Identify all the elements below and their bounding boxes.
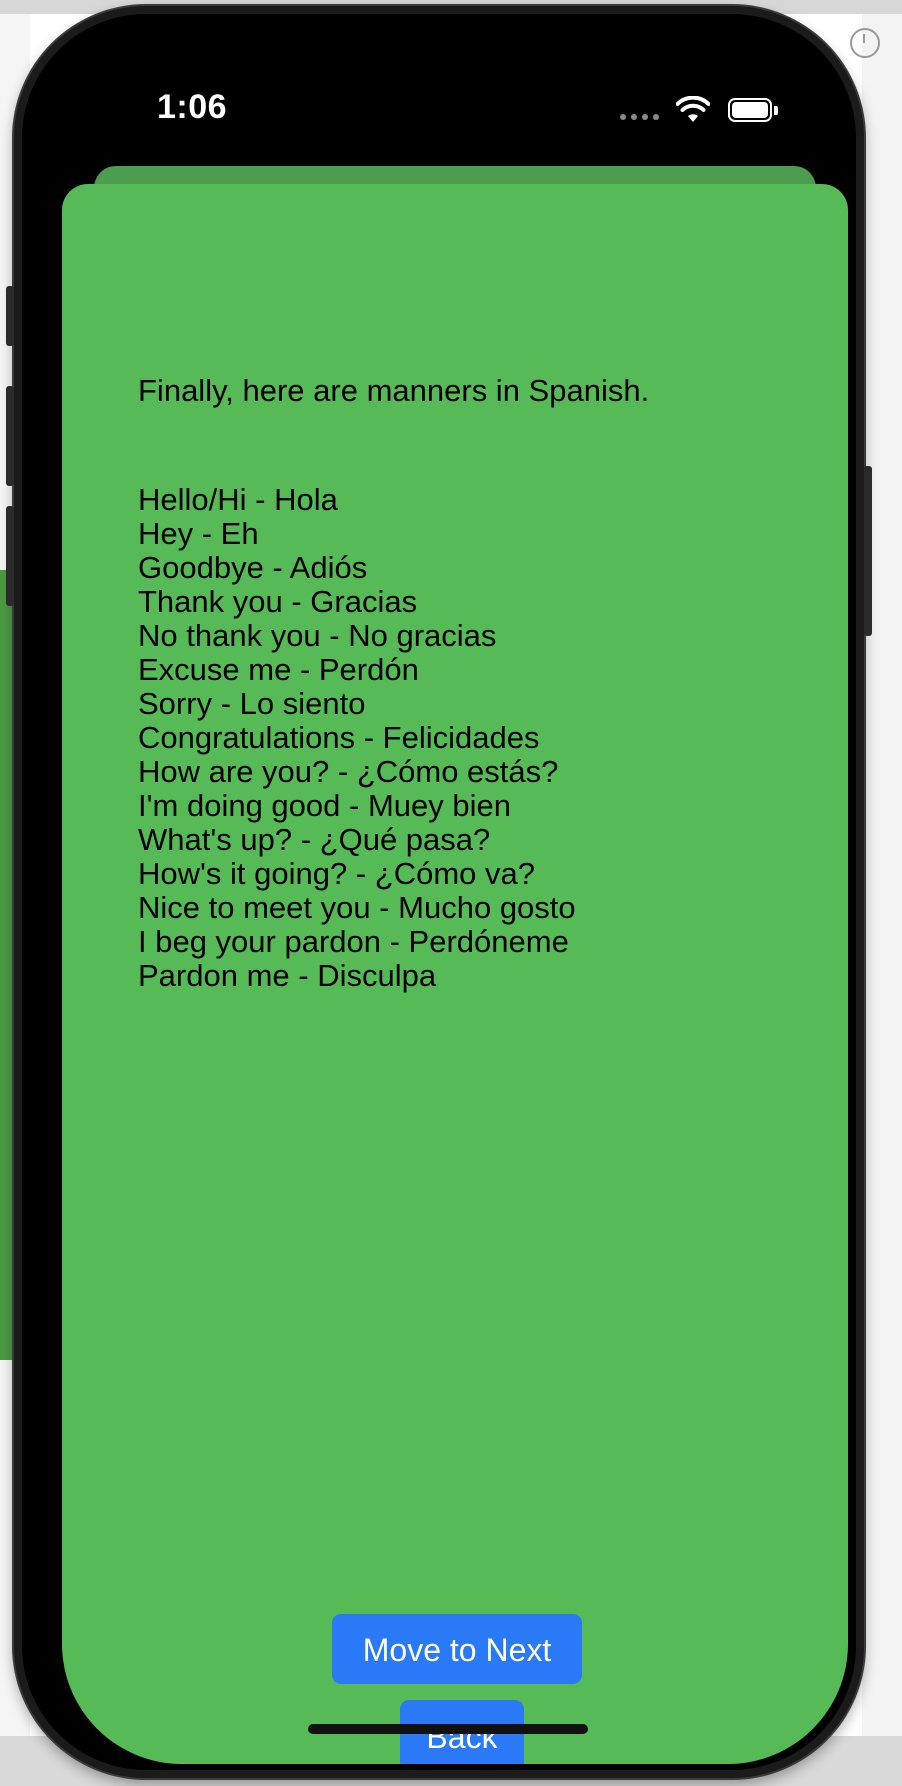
clock-icon (850, 28, 880, 58)
phrase-item: What's up? - ¿Qué pasa? (138, 822, 491, 857)
silent-switch (6, 286, 14, 346)
simulator-right-backdrop (862, 14, 902, 1736)
wifi-icon (676, 96, 710, 122)
phrase-item: How's it going? - ¿Cómo va? (138, 856, 536, 891)
phrase-item: Excuse me - Perdón (138, 652, 419, 687)
battery-icon (728, 98, 778, 124)
volume-down-button (6, 506, 14, 606)
phrase-item: Nice to meet you - Mucho gosto (138, 890, 576, 925)
device-frame: 1:06 Finally, here are manners in Spanis… (6, 6, 872, 1778)
phrase-item: Pardon me - Disculpa (138, 958, 437, 993)
phrase-item: Congratulations - Felicidades (138, 720, 540, 755)
lesson-content: Finally, here are manners in Spanish. He… (138, 372, 798, 994)
status-time: 1:06 (157, 88, 228, 126)
device-screen: 1:06 Finally, here are manners in Spanis… (22, 14, 856, 1770)
phrase-item: Thank you - Gracias (138, 584, 418, 619)
home-indicator[interactable] (308, 1724, 588, 1734)
phrase-item: No thank you - No gracias (138, 618, 497, 653)
lesson-sheet: Finally, here are manners in Spanish. He… (62, 184, 848, 1764)
phrase-item: I beg your pardon - Perdóneme (138, 924, 569, 959)
lesson-intro: Finally, here are manners in Spanish. (138, 373, 650, 408)
move-to-next-button[interactable]: Move to Next (332, 1614, 582, 1684)
phrase-item: Sorry - Lo siento (138, 686, 366, 721)
phrase-list: Hello/Hi - Hola Hey - Eh Goodbye - Adiós… (138, 481, 798, 994)
power-button (864, 466, 872, 636)
cellular-dots-icon (620, 114, 659, 120)
phrase-item: How are you? - ¿Cómo estás? (138, 754, 559, 789)
phrase-item: I'm doing good - Muey bien (138, 788, 511, 823)
phrase-item: Goodbye - Adiós (138, 550, 368, 585)
volume-up-button (6, 386, 14, 486)
phrase-item: Hello/Hi - Hola (138, 482, 338, 517)
phrase-item: Hey - Eh (138, 516, 259, 551)
